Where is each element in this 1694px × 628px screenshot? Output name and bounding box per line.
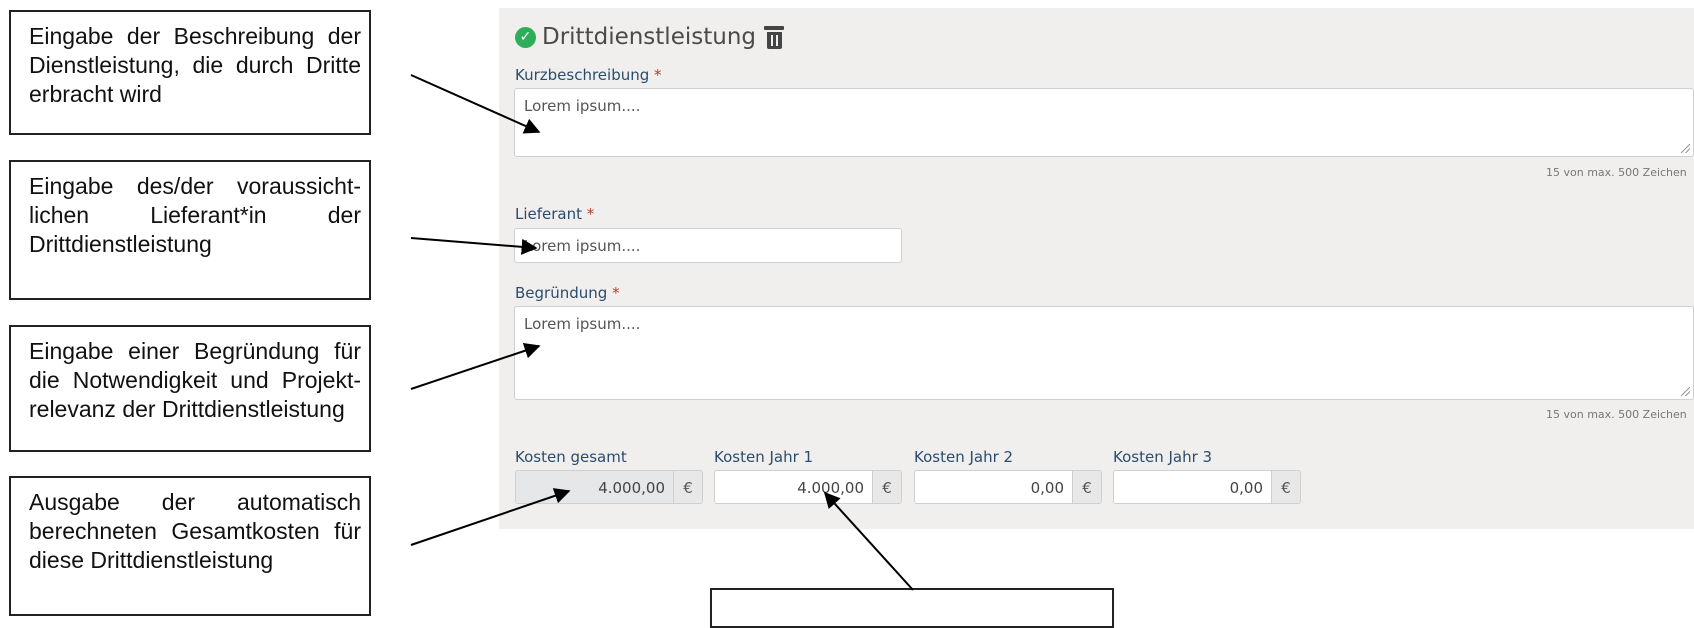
arrow-5 [823, 491, 914, 591]
arrow-2 [410, 237, 538, 255]
callout-arrows [410, 74, 914, 591]
arrow-1 [410, 74, 541, 134]
arrow-3 [410, 343, 541, 390]
arrow-4 [410, 488, 571, 546]
